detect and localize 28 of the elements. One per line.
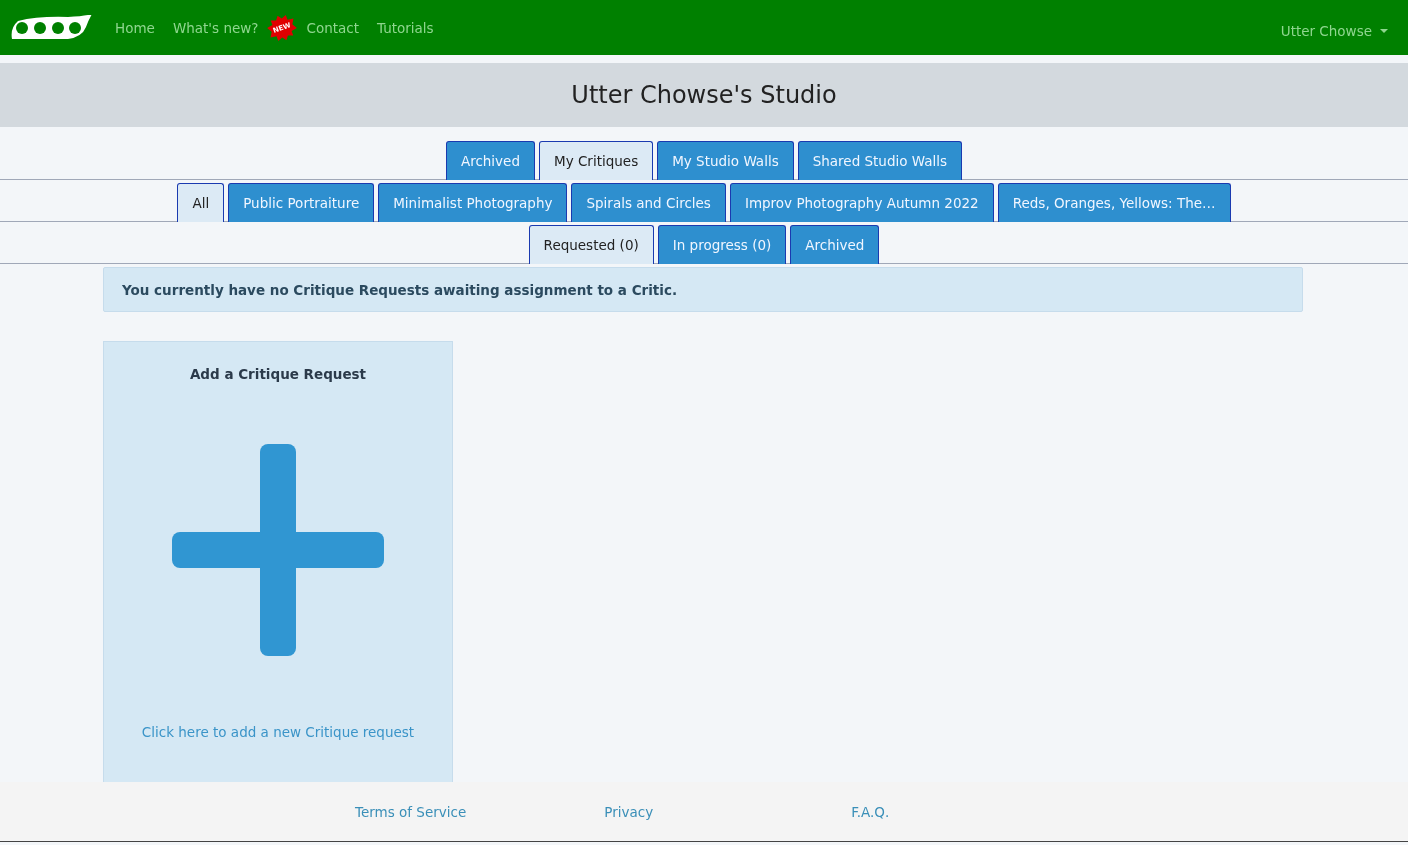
tab[interactable]: Reds, Oranges, Yellows: The…	[997, 183, 1231, 222]
page-title: Utter Chowse's Studio	[0, 63, 1408, 127]
tab[interactable]: Minimalist Photography	[378, 183, 568, 222]
info-alert: You currently have no Critique Requests awaiting assignment to a Critic.	[103, 267, 1303, 312]
tab[interactable]: Requested (0)	[528, 225, 654, 264]
tab[interactable]: My Critiques	[539, 141, 654, 180]
nav-link[interactable]: Contact	[306, 19, 359, 36]
plus-icon	[172, 444, 384, 656]
tab[interactable]: Archived	[790, 225, 880, 264]
footer-link[interactable]: F.A.Q.	[851, 803, 890, 820]
footer-link[interactable]: Terms of Service	[355, 803, 467, 820]
tab[interactable]: My Studio Walls	[657, 141, 794, 180]
tab[interactable]: Archived	[445, 141, 535, 180]
footer-link[interactable]: Privacy	[604, 803, 654, 820]
tab[interactable]: Spirals and Circles	[571, 183, 726, 222]
tab[interactable]: In progress (0)	[657, 225, 787, 264]
caret-icon	[1380, 28, 1388, 33]
add-request-link[interactable]: Click here to add a new Critique request	[141, 724, 415, 740]
tab[interactable]: Public Portraiture	[228, 183, 375, 222]
nav-link[interactable]: Home	[115, 19, 155, 36]
card-title: Add a Critique Request	[189, 366, 367, 382]
nav-link[interactable]: What's new?	[172, 19, 259, 36]
nav-link[interactable]: Tutorials	[377, 19, 434, 36]
add-request-card[interactable]: Add a Critique Request Click here to add a new Critique request	[103, 341, 453, 785]
tab[interactable]: Shared Studio Walls	[797, 141, 963, 180]
tab[interactable]: All	[177, 183, 225, 222]
tab[interactable]: Improv Photography Autumn 2022	[729, 183, 994, 222]
user-menu[interactable]: Utter Chowse	[1280, 22, 1388, 39]
